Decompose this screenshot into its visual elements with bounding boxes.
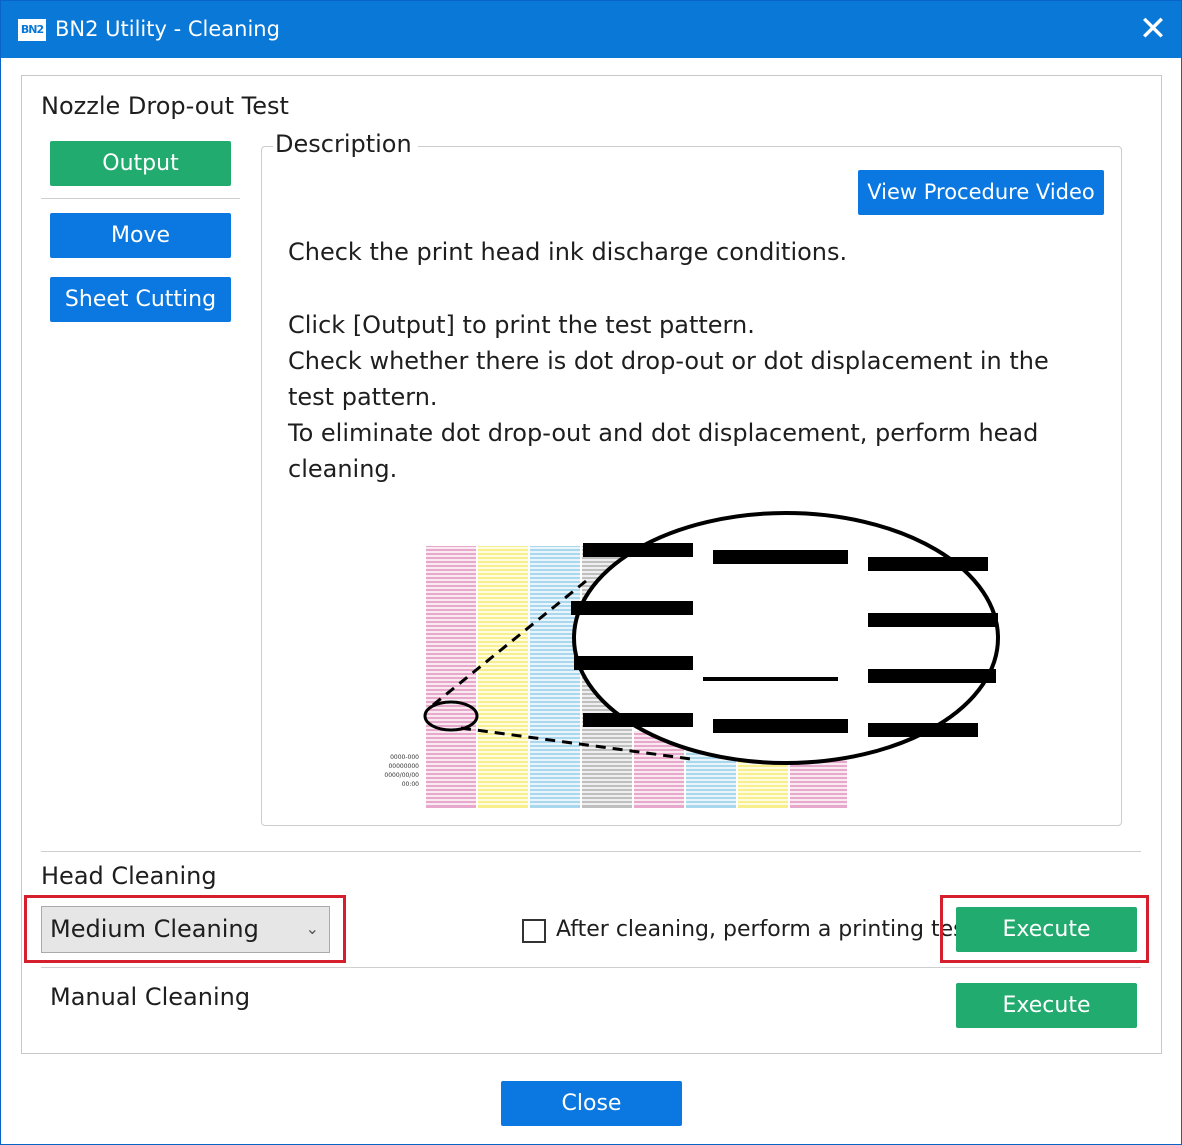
head-cleaning-title: Head Cleaning bbox=[41, 862, 217, 890]
manual-cleaning-execute-button[interactable]: Execute bbox=[956, 983, 1137, 1028]
description-line-5: To eliminate dot drop-out and dot displa… bbox=[288, 419, 1039, 447]
pattern-caption: 0000-000 00000000 0000/00/00 00:00 bbox=[384, 754, 419, 788]
close-window-icon[interactable]: ✕ bbox=[1131, 7, 1175, 51]
description-line-6: cleaning. bbox=[288, 455, 398, 483]
select-highlight-box bbox=[24, 895, 346, 963]
cleaning-window: BN2 BN2 Utility - Cleaning ✕ Nozzle Drop… bbox=[0, 0, 1182, 1145]
left-divider bbox=[41, 198, 240, 199]
title-bar: BN2 BN2 Utility - Cleaning ✕ bbox=[1, 1, 1181, 58]
description-line-1: Check the print head ink discharge condi… bbox=[288, 238, 848, 266]
head-cleaning-divider bbox=[41, 851, 1141, 852]
caption-line-2: 00000000 bbox=[388, 763, 419, 770]
app-icon: BN2 bbox=[18, 19, 46, 41]
execute-highlight-box bbox=[940, 895, 1149, 963]
move-button[interactable]: Move bbox=[50, 213, 231, 258]
window-title: BN2 Utility - Cleaning bbox=[55, 17, 280, 41]
manual-cleaning-title: Manual Cleaning bbox=[50, 983, 251, 1011]
printing-test-checkbox[interactable] bbox=[522, 919, 546, 943]
close-button[interactable]: Close bbox=[501, 1081, 682, 1126]
description-legend: Description bbox=[273, 129, 418, 159]
manual-cleaning-divider bbox=[41, 967, 1141, 968]
description-line-2: Click [Output] to print the test pattern… bbox=[288, 311, 755, 339]
caption-line-1: 0000-000 bbox=[390, 754, 419, 761]
nozzle-test-title: Nozzle Drop-out Test bbox=[41, 92, 289, 120]
caption-line-4: 00:00 bbox=[402, 781, 419, 788]
printing-test-checkbox-label: After cleaning, perform a printing test bbox=[556, 917, 974, 942]
description-line-3: Check whether there is dot drop-out or d… bbox=[288, 347, 1049, 375]
view-procedure-video-button[interactable]: View Procedure Video bbox=[858, 170, 1104, 215]
caption-line-3: 0000/00/00 bbox=[384, 772, 419, 779]
test-pattern-illustration: 0000-000 00000000 0000/00/00 00:00 bbox=[384, 511, 1000, 808]
sheet-cutting-button[interactable]: Sheet Cutting bbox=[50, 277, 231, 322]
output-button[interactable]: Output bbox=[50, 141, 231, 186]
description-line-4: test pattern. bbox=[288, 383, 438, 411]
